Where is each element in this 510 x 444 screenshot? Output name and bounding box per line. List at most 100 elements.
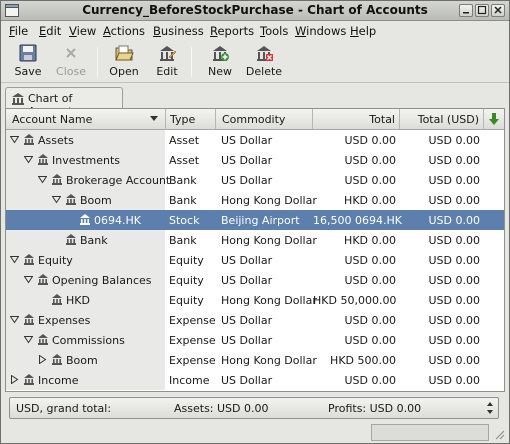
menu-windows[interactable]: Windows <box>295 24 346 38</box>
spin-arrows-icon <box>487 402 493 414</box>
account-type: Income <box>169 374 210 387</box>
expander-open-icon[interactable] <box>24 275 33 284</box>
menu-reports[interactable]: Reports <box>210 24 254 38</box>
summary-bar[interactable]: USD, grand total: Assets: USD 0.00 Profi… <box>9 397 499 419</box>
account-name: Brokerage Account <box>66 174 171 187</box>
minimize-button[interactable] <box>459 4 473 17</box>
account-total-usd: USD 0.00 <box>428 274 481 287</box>
column-header-commodity[interactable]: Commodity <box>216 109 313 130</box>
expander-open-icon[interactable] <box>24 155 33 164</box>
account-icon <box>12 93 24 105</box>
account-row[interactable]: HKD Equity Hong Kong Dollar HKD 50,000.00 US… <box>6 290 504 310</box>
window-title: Currency_BeforeStockPurchase - Chart of … <box>82 3 428 17</box>
save-icon <box>19 44 37 62</box>
column-selector-button[interactable] <box>484 109 504 130</box>
menu-actions[interactable]: Actions <box>103 24 145 38</box>
account-icon <box>52 174 62 185</box>
new-account-icon <box>213 46 229 61</box>
expander-open-icon[interactable] <box>24 335 33 344</box>
account-tree[interactable]: Account Name Type Commodity Total Total … <box>5 108 505 392</box>
account-row[interactable]: Assets Asset US Dollar USD 0.00 USD 0.00 <box>6 130 504 150</box>
account-row[interactable]: Income Income US Dollar USD 0.00 USD 0.00 <box>6 370 504 390</box>
close-label: Close <box>56 65 86 78</box>
resize-grip-icon[interactable] <box>493 428 505 440</box>
edit-button[interactable]: Edit <box>151 43 183 81</box>
account-row[interactable]: 0694.HK Stock Beijing Airport 16,500 0694.H… <box>6 210 504 230</box>
account-total: USD 0.00 <box>344 254 397 267</box>
account-total-usd: USD 0.00 <box>428 194 481 207</box>
column-header-row: Account Name Type Commodity Total Total … <box>6 109 504 130</box>
column-header-type[interactable]: Type <box>166 109 216 130</box>
close-button[interactable]: Close <box>53 43 89 81</box>
account-row[interactable]: Brokerage Account Bank US Dollar USD 0.00 US… <box>6 170 504 190</box>
account-total-usd: USD 0.00 <box>428 254 481 267</box>
close-window-button[interactable] <box>491 4 505 17</box>
title-bar[interactable]: Currency_BeforeStockPurchase - Chart of … <box>1 1 509 21</box>
delete-button[interactable]: Delete <box>244 43 284 81</box>
toolbar-separator <box>191 47 192 77</box>
account-name: Equity <box>38 254 73 267</box>
expander-open-icon[interactable] <box>10 135 19 144</box>
menu-help[interactable]: Help <box>350 24 376 38</box>
account-row[interactable]: Investments Asset US Dollar USD 0.00 USD 0.0… <box>6 150 504 170</box>
column-header-total[interactable]: Total <box>313 109 400 130</box>
account-total-usd: USD 0.00 <box>428 354 481 367</box>
account-total: HKD 0.00 <box>344 194 396 207</box>
open-button[interactable]: Open <box>107 43 141 81</box>
menu-edit[interactable]: Edit <box>39 24 61 38</box>
account-commodity: US Dollar <box>221 254 273 267</box>
account-row[interactable]: Equity Equity US Dollar USD 0.00 USD 0.00 <box>6 250 504 270</box>
account-total: USD 0.00 <box>344 334 397 347</box>
account-row[interactable]: Opening Balances Equity US Dollar USD 0.00 U… <box>6 270 504 290</box>
menu-file[interactable]: File <box>9 24 28 38</box>
account-total: HKD 500.00 <box>330 354 396 367</box>
menu-tools[interactable]: Tools <box>260 24 288 38</box>
column-header-total-usd[interactable]: Total (USD) <box>400 109 484 130</box>
account-total-usd: USD 0.00 <box>428 234 481 247</box>
account-icon <box>38 154 48 165</box>
account-name: Commissions <box>52 334 125 347</box>
account-row[interactable]: Commissions Expense US Dollar USD 0.00 USD 0… <box>6 330 504 350</box>
column-header-label: Type <box>170 113 196 126</box>
summary-assets: Assets: USD 0.00 <box>174 402 269 415</box>
account-row[interactable]: Boom Expense Hong Kong Dollar HKD 500.00 USD… <box>6 350 504 370</box>
toolbar: Save Close Open Edit New Delete <box>1 41 509 83</box>
account-commodity: US Dollar <box>221 314 273 327</box>
save-button[interactable]: Save <box>11 43 45 81</box>
new-label: New <box>208 65 232 78</box>
tab-chart-of-accounts[interactable]: Chart of Accounts <box>5 87 123 118</box>
column-header-label: Total <box>369 113 395 126</box>
expander-open-icon[interactable] <box>10 255 19 264</box>
account-icon <box>80 214 90 225</box>
account-type: Equity <box>169 274 204 287</box>
save-label: Save <box>14 65 42 78</box>
expander-open-icon[interactable] <box>10 315 19 324</box>
expander-closed-icon[interactable] <box>38 355 47 364</box>
account-name: Boom <box>80 194 112 207</box>
account-total: USD 0.00 <box>344 374 397 387</box>
folder-open-icon <box>115 45 134 61</box>
account-icon <box>38 274 48 285</box>
account-type: Expense <box>169 314 216 327</box>
menu-view[interactable]: View <box>69 24 96 38</box>
close-icon <box>66 48 76 58</box>
column-header-account-name[interactable]: Account Name <box>6 109 166 130</box>
account-row[interactable]: Boom Bank Hong Kong Dollar HKD 0.00 USD 0.00 <box>6 190 504 210</box>
account-icon <box>38 334 48 345</box>
expander-open-icon[interactable] <box>38 175 47 184</box>
menu-bar: File Edit View Actions Business Reports Tools W… <box>1 21 509 41</box>
expander-open-icon[interactable] <box>52 195 61 204</box>
account-icon <box>24 254 34 265</box>
account-row[interactable]: Bank Bank Hong Kong Dollar HKD 0.00 USD 0.00 <box>6 230 504 250</box>
account-row[interactable]: Expenses Expense US Dollar USD 0.00 USD 0.00 <box>6 310 504 330</box>
expander-closed-icon[interactable] <box>10 375 19 384</box>
maximize-button[interactable] <box>475 4 489 17</box>
main-window: Currency_BeforeStockPurchase - Chart of … <box>0 0 510 444</box>
menu-business[interactable]: Business <box>153 24 204 38</box>
new-button[interactable]: New <box>204 43 236 81</box>
progress-bar <box>371 424 489 441</box>
account-commodity: Hong Kong Dollar <box>221 354 317 367</box>
account-total: USD 0.00 <box>344 174 397 187</box>
account-type: Stock <box>169 214 200 227</box>
account-total: HKD 0.00 <box>344 234 396 247</box>
